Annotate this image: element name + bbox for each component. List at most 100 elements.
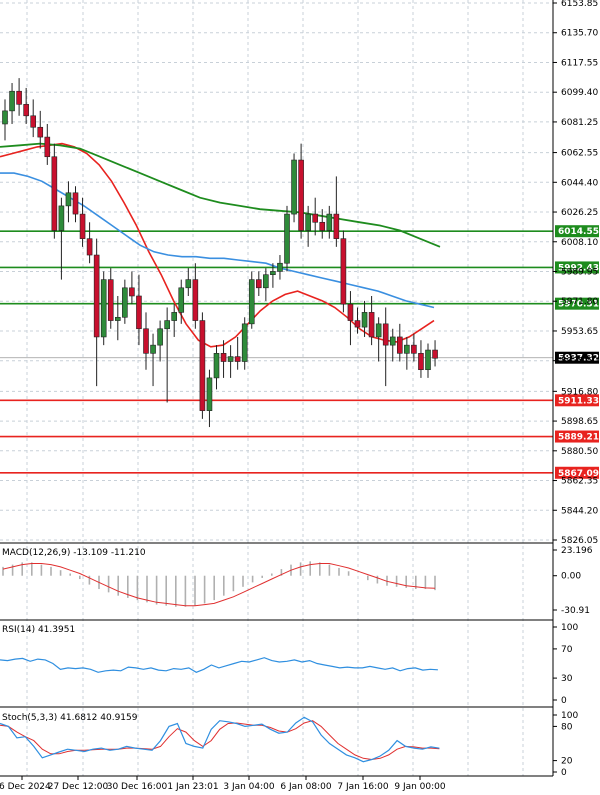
rsi-y-tick-label: 0 xyxy=(561,696,567,706)
chart-canvas[interactable]: 6014.555992.435970.315911.335889.215867.… xyxy=(0,0,600,795)
y-tick-label: 5898.65 xyxy=(561,417,598,427)
candle-body xyxy=(389,336,396,346)
candle-body xyxy=(164,320,170,330)
price-level-label: 6014.55 xyxy=(558,227,599,237)
candle-body xyxy=(72,192,79,215)
blue-moving-average xyxy=(0,172,435,309)
candle-body xyxy=(418,353,424,371)
candle-body xyxy=(361,312,368,328)
x-tick-label: 9 Jan 00:00 xyxy=(394,782,446,792)
candle-body xyxy=(213,353,220,379)
rsi-title: RSI(14) 41.3951 xyxy=(2,625,75,635)
candle-body xyxy=(404,344,410,354)
candle-body xyxy=(368,312,375,338)
rsi-line xyxy=(0,657,438,673)
stoch-signal-line xyxy=(0,720,440,761)
y-tick-label: 6081.25 xyxy=(561,118,598,128)
candle-body xyxy=(37,126,44,138)
y-tick-label: 5935.50 xyxy=(561,357,598,367)
macd-signal-line xyxy=(2,563,436,607)
candle-body xyxy=(157,328,163,346)
candle-body xyxy=(2,110,8,125)
x-tick-label: 7 Jan 16:00 xyxy=(337,782,389,792)
y-tick-label: 6099.40 xyxy=(561,88,598,98)
candle-body xyxy=(396,336,403,354)
y-tick-label: 5971.80 xyxy=(561,297,598,307)
price-candles xyxy=(2,78,438,428)
y-tick-label: 6044.40 xyxy=(561,178,598,188)
candle-body xyxy=(86,238,93,256)
axes: 6153.85 6135.70 6117.55 6099.40 6081.25 6062.… xyxy=(0,0,598,792)
candle-body xyxy=(432,349,438,359)
candle-body xyxy=(79,213,86,239)
candle-body xyxy=(220,353,227,362)
y-tick-label: 6117.55 xyxy=(561,58,598,68)
x-tick-label: 30 Dec 16:00 xyxy=(107,782,168,792)
rsi-y-tick-label: 100 xyxy=(561,623,578,633)
candle-body xyxy=(44,136,51,158)
candle-body xyxy=(277,262,283,272)
candle-body xyxy=(192,279,199,321)
candle-body xyxy=(234,356,241,362)
candle-body xyxy=(270,271,276,275)
candle-body xyxy=(227,356,234,362)
candle-body xyxy=(284,213,290,264)
stoch-title: Stoch(5,3,3) 41.6812 40.9159 xyxy=(2,713,138,723)
candle-body xyxy=(263,274,269,289)
stoch-main-line xyxy=(0,716,440,763)
candle-body xyxy=(122,287,128,318)
stoch-y-tick-label: 100 xyxy=(561,711,578,721)
candle-body xyxy=(340,238,347,305)
y-tick-label: 6153.85 xyxy=(561,0,598,9)
candle-body xyxy=(312,213,319,223)
candle-body xyxy=(248,279,255,325)
candle-body xyxy=(411,344,417,354)
candle-body xyxy=(93,254,100,338)
candle-body xyxy=(255,279,262,289)
price-level-label: 5911.33 xyxy=(558,396,599,406)
candle-body xyxy=(241,323,248,362)
macd-title: MACD(12,26,9) -13.109 -11.210 xyxy=(2,548,146,558)
y-tick-label: 5826.05 xyxy=(561,536,598,546)
candle-body xyxy=(100,279,107,338)
x-tick-label: 27 Dec 12:00 xyxy=(48,782,109,792)
macd-y-tick-label: 0.00 xyxy=(561,572,581,582)
rsi-y-tick-label: 30 xyxy=(561,674,573,684)
y-tick-label: 5953.65 xyxy=(561,327,598,337)
x-tick-label: 6 Jan 08:00 xyxy=(280,782,332,792)
candle-body xyxy=(107,279,114,321)
candle-body xyxy=(150,344,156,354)
y-tick-label: 6008.10 xyxy=(561,238,598,248)
macd-y-tick-label: -30.91 xyxy=(561,606,590,616)
stoch-y-tick-label: 20 xyxy=(561,757,573,767)
candle-body xyxy=(178,287,185,313)
grid-lines xyxy=(0,0,553,776)
rsi-y-tick-label: 70 xyxy=(561,645,573,655)
y-tick-label: 5862.35 xyxy=(561,477,598,487)
candle-body xyxy=(23,104,29,117)
candle-body xyxy=(129,287,135,297)
candle-body xyxy=(143,328,149,354)
candle-body xyxy=(115,316,121,321)
stoch-y-tick-label: 80 xyxy=(561,722,573,732)
candle-body xyxy=(354,320,361,328)
candle-body xyxy=(319,221,326,231)
candle-body xyxy=(171,312,177,321)
candle-body xyxy=(382,323,389,346)
candle-body xyxy=(425,349,431,371)
candle-body xyxy=(199,320,206,411)
candle-body xyxy=(298,159,304,231)
candle-body xyxy=(305,213,311,231)
candle-body xyxy=(65,192,72,207)
y-tick-label: 5844.20 xyxy=(561,506,598,516)
x-tick-label: 3 Jan 04:00 xyxy=(223,782,275,792)
candle-body xyxy=(333,213,340,239)
candle-body xyxy=(30,115,37,128)
price-level-lines: 6014.555992.435970.315911.335889.215867.… xyxy=(0,225,599,479)
trading-chart-window: 6014.55 5992.43 5970.31 5911.33 5889.21 5867.… xyxy=(0,0,600,795)
y-tick-label: 6026.25 xyxy=(561,208,598,218)
stoch-y-tick-label: 0 xyxy=(561,768,567,778)
x-tick-label: 26 Dec 2024 xyxy=(0,782,51,792)
y-tick-label: 6062.55 xyxy=(561,149,598,159)
candle-body xyxy=(291,159,297,215)
